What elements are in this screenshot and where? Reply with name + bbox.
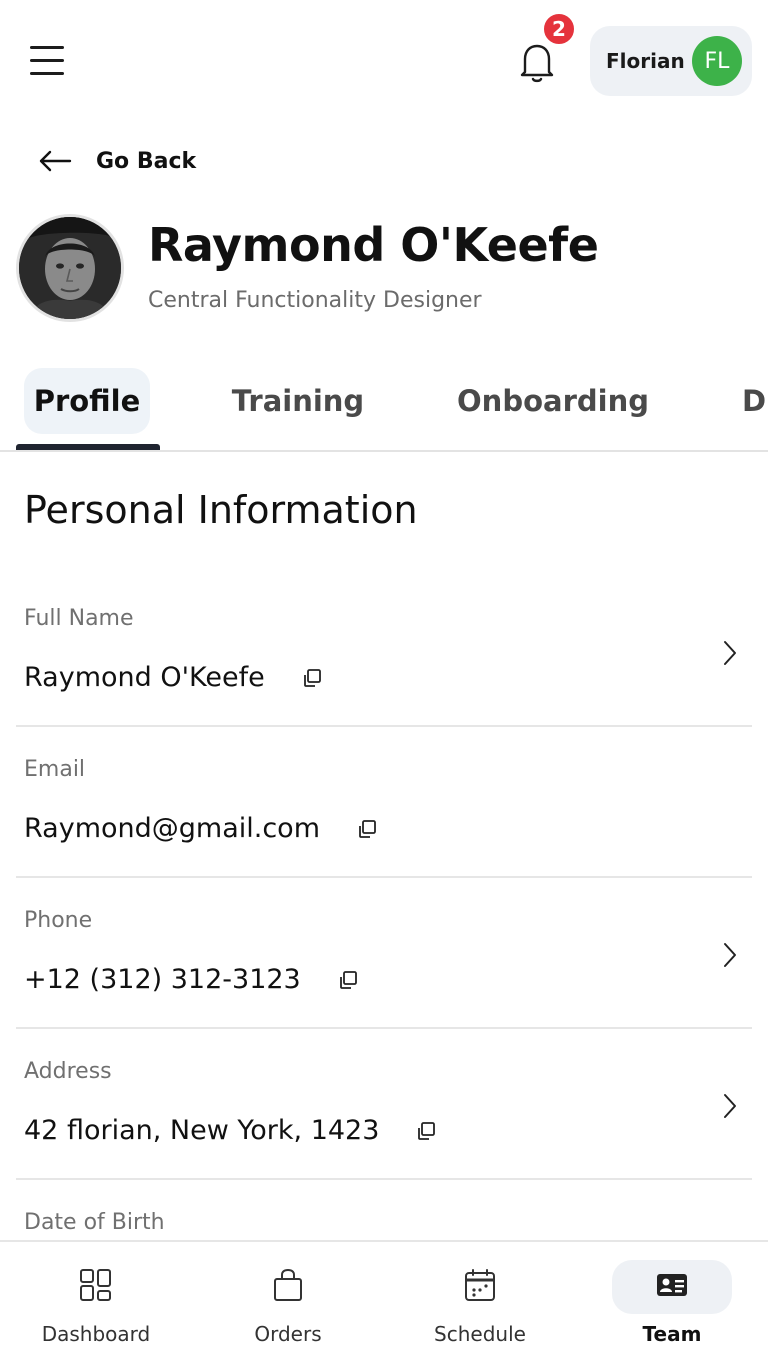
tab-profile[interactable]: Profile bbox=[24, 368, 150, 434]
field-value-text: +12 (312) 312-3123 bbox=[24, 964, 301, 995]
copy-icon[interactable] bbox=[337, 969, 359, 991]
field-label: Email bbox=[24, 757, 86, 782]
info-row-full-name[interactable]: Full Name Raymond O'Keefe bbox=[16, 576, 752, 727]
nav-orders[interactable]: Orders bbox=[208, 1258, 368, 1354]
chevron-right-icon[interactable] bbox=[722, 942, 738, 968]
field-label: Date of Birth bbox=[24, 1210, 165, 1235]
menu-line bbox=[30, 59, 64, 62]
info-row-phone[interactable]: Phone +12 (312) 312-3123 bbox=[16, 878, 752, 1029]
notification-bell-icon[interactable] bbox=[514, 40, 560, 84]
nav-label: Orders bbox=[254, 1322, 322, 1346]
tab-training[interactable]: Training bbox=[226, 368, 370, 434]
id-card-icon bbox=[657, 1274, 687, 1296]
hamburger-menu-icon[interactable] bbox=[28, 44, 68, 78]
field-label: Full Name bbox=[24, 606, 134, 631]
nav-label: Schedule bbox=[434, 1322, 526, 1346]
person-name: Raymond O'Keefe bbox=[148, 218, 599, 272]
menu-line bbox=[30, 72, 64, 75]
info-row-address[interactable]: Address 42 florian, New York, 1423 bbox=[16, 1029, 752, 1180]
arrow-left-icon bbox=[39, 150, 72, 172]
copy-icon[interactable] bbox=[301, 667, 323, 689]
profile-photo bbox=[16, 214, 124, 322]
chevron-right-icon[interactable] bbox=[722, 640, 738, 666]
notification-count-badge: 2 bbox=[542, 12, 576, 46]
field-value: 42 florian, New York, 1423 bbox=[24, 1115, 437, 1146]
dashboard-icon bbox=[80, 1269, 111, 1301]
user-account-button[interactable]: Florian FL bbox=[590, 26, 752, 96]
field-value-text: Raymond@gmail.com bbox=[24, 813, 320, 844]
copy-icon[interactable] bbox=[415, 1120, 437, 1142]
nav-label: Dashboard bbox=[41, 1322, 151, 1346]
tab-onboarding[interactable]: Onboarding bbox=[450, 368, 656, 434]
copy-icon[interactable] bbox=[356, 818, 378, 840]
field-label: Address bbox=[24, 1059, 112, 1084]
nav-team[interactable]: Team bbox=[592, 1258, 752, 1354]
nav-label: Team bbox=[642, 1322, 702, 1346]
field-value: Raymond O'Keefe bbox=[24, 662, 323, 693]
active-tab-indicator bbox=[16, 444, 160, 450]
user-name: Florian bbox=[606, 49, 685, 73]
top-bar: 2 Florian FL bbox=[0, 0, 768, 120]
profile-tabs: Profile Training Onboarding D bbox=[0, 360, 768, 452]
field-value-text: Raymond O'Keefe bbox=[24, 662, 265, 693]
go-back-button[interactable]: Go Back bbox=[38, 138, 196, 184]
person-role: Central Functionality Designer bbox=[148, 288, 482, 313]
section-title: Personal Information bbox=[24, 488, 418, 532]
shopping-bag-icon bbox=[274, 1268, 302, 1301]
go-back-label: Go Back bbox=[96, 148, 197, 174]
nav-dashboard[interactable]: Dashboard bbox=[16, 1258, 176, 1354]
info-row-email[interactable]: Email Raymond@gmail.com bbox=[16, 727, 752, 878]
user-avatar: FL bbox=[692, 36, 742, 86]
chevron-right-icon[interactable] bbox=[722, 1093, 738, 1119]
calendar-icon bbox=[465, 1269, 495, 1301]
bottom-navigation: Dashboard Orders Schedule Team bbox=[0, 1240, 768, 1366]
nav-schedule[interactable]: Schedule bbox=[400, 1258, 560, 1354]
field-label: Phone bbox=[24, 908, 93, 933]
field-value: +12 (312) 312-3123 bbox=[24, 964, 359, 995]
field-value-text: 42 florian, New York, 1423 bbox=[24, 1115, 380, 1146]
menu-line bbox=[30, 46, 64, 49]
tab-truncated[interactable]: D bbox=[742, 368, 768, 434]
field-value: Raymond@gmail.com bbox=[24, 813, 378, 844]
